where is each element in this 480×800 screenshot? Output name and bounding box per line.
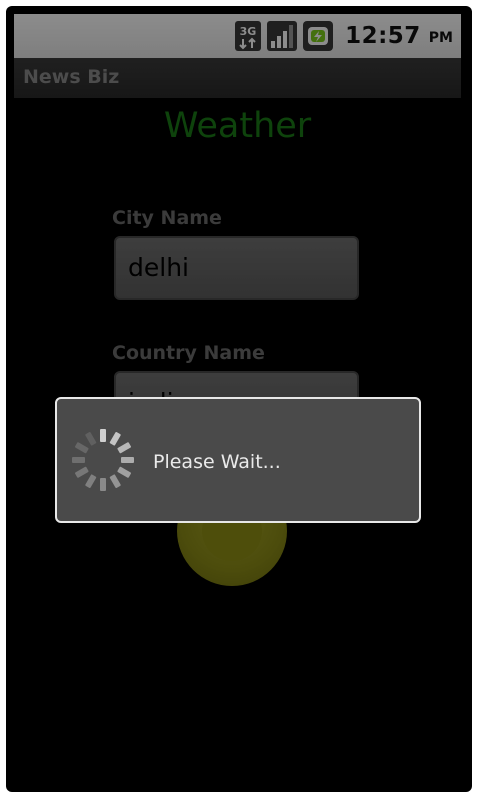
- loading-spinner-icon: [72, 429, 134, 491]
- screenshot-frame: 3G 12:57 PM News Biz Weather City Name d…: [0, 0, 480, 800]
- progress-message: Please Wait...: [153, 451, 281, 473]
- phone-screen: 3G 12:57 PM News Biz Weather City Name d…: [14, 14, 461, 788]
- progress-dialog: Please Wait...: [55, 397, 421, 523]
